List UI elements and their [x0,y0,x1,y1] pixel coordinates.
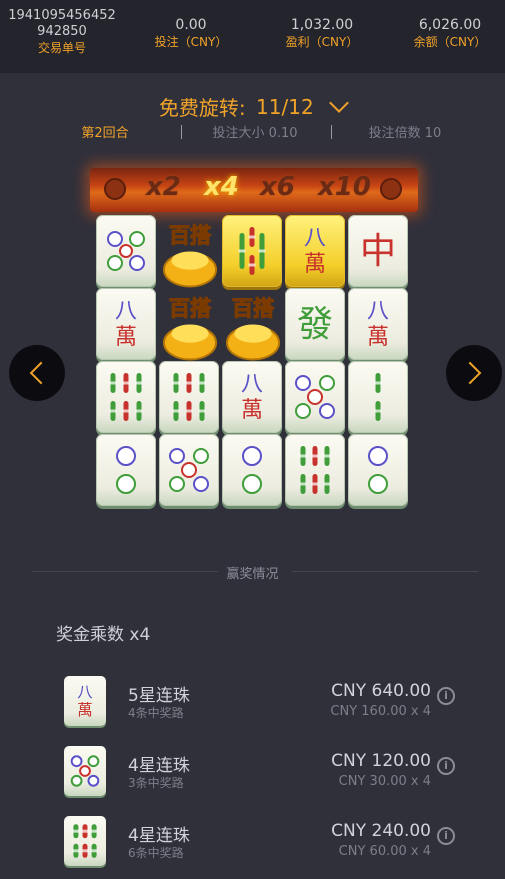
four-bamboo-tile-icon [96,361,156,433]
balance-value: 6,026.00 [418,17,482,33]
two-circles-tile-icon [222,434,282,506]
chevron-right-icon [458,361,482,385]
svg-text:萬: 萬 [115,325,137,350]
winnings-title: 赢奖情况 [226,567,279,582]
win-calc: CNY 160.00 x 4 [330,704,431,719]
svg-text:萬: 萬 [241,398,263,423]
multiplier-x10: x10 [318,172,371,202]
next-button[interactable] [446,345,502,401]
symbol-four-bamboo-icon [64,816,106,866]
transaction-id-block: 1941095456452 942850 交易单号 [4,8,120,56]
win-calc: CNY 30.00 x 4 [338,774,431,789]
win-name: 5星连珠 [128,686,190,706]
symbol-eight-wan-icon: 八萬 [64,676,106,726]
win-calc: CNY 60.00 x 4 [338,844,431,859]
info-icon[interactable]: i [437,827,455,845]
red-dragon-tile-icon: 中 [348,215,408,287]
svg-text:百搭: 百搭 [169,295,212,320]
bet-size-label: 投注大小 0.10 [212,126,298,141]
win-ways: 6条中奖路 [128,846,184,860]
win-row: 八萬 5星连珠 4条中奖路 CNY 640.00 CNY 160.00 x 4 … [0,676,505,732]
five-circles-tile-icon [159,434,219,506]
svg-text:八: 八 [304,226,326,251]
two-circles-tile-icon [348,434,408,506]
win-multiplier-text: 奖金乘数 x4 [56,625,151,645]
profit-label: 盈利（CNY） [285,35,359,49]
game-board: 百搭八萬中八萬 百搭 百搭發八萬八萬 [96,215,414,515]
wild-symbol-icon: 百搭 [159,215,221,291]
eight-wan-tile-icon: 八萬 [222,361,282,433]
free-spins-label: 免费旋转: [158,96,246,120]
transaction-id-line2: 942850 [37,24,87,39]
symbol-five-circles-icon [64,746,106,796]
win-amount: CNY 120.00 [331,751,431,771]
win-ways: 3条中奖路 [128,776,184,790]
balance-block: 6,026.00 余额（CNY） [400,16,500,50]
divider [331,125,332,139]
two-circles-tile-icon [96,434,156,506]
ornament-icon [104,178,126,200]
green-dragon-tile-icon: 發 [285,288,345,360]
ornament-icon [380,178,402,200]
wild-symbol-icon: 百搭 [222,288,284,364]
round-label: 第2回合 [81,126,129,141]
chevron-left-icon [29,361,53,385]
transaction-id-line1: 1941095456452 [8,8,116,23]
svg-text:百搭: 百搭 [232,295,275,320]
four-circles-tile-icon [96,215,156,287]
eight-wan-tile-icon: 八萬 [96,288,156,360]
two-bamboo-tile-icon [348,361,408,433]
free-spins-count: 11/12 [256,94,314,119]
svg-text:八: 八 [241,372,263,397]
svg-text:發: 發 [297,304,333,345]
multiplier-x2: x2 [146,172,181,202]
eight-wan-tile-icon: 八萬 [285,215,345,287]
win-row: 4星连珠 3条中奖路 CNY 120.00 CNY 30.00 x 4 i [0,746,505,802]
round-info: 第2回合 投注大小 0.10 投注倍数 10 [0,122,505,142]
svg-text:中: 中 [360,231,396,272]
win-amount: CNY 640.00 [331,681,431,701]
balance-label: 余额（CNY） [413,35,487,49]
svg-text:萬: 萬 [77,701,92,719]
transaction-label: 交易单号 [37,41,86,55]
divider [181,125,182,139]
multiplier-bar: x2 x4 x6 x10 [90,168,418,212]
profit-value: 1,032.00 [290,17,354,33]
info-icon[interactable]: i [437,687,455,705]
svg-text:八: 八 [367,299,389,324]
bet-label: 投注（CNY） [154,35,228,49]
eight-wan-tile-icon: 八萬 [348,288,408,360]
summary-header: 1941095456452 942850 交易单号 0.00 投注（CNY） 1… [0,0,505,73]
info-icon[interactable]: i [437,757,455,775]
three-bamboo-tile-icon [222,215,282,287]
win-name: 4星连珠 [128,756,190,776]
svg-text:八: 八 [77,683,92,701]
chevron-down-icon[interactable] [329,92,349,113]
free-spins-selector[interactable]: 免费旋转: 11/12 [0,92,505,121]
multiplier-x4: x4 [204,172,239,202]
bet-block: 0.00 投注（CNY） [146,16,236,50]
prev-button[interactable] [9,345,65,401]
svg-text:萬: 萬 [304,252,326,277]
four-bamboo-tile-icon [159,361,219,433]
svg-text:萬: 萬 [367,325,389,350]
bet-multiplier-label: 投注倍数 10 [368,126,442,141]
five-circles-tile-icon [285,361,345,433]
win-row: 4星连珠 6条中奖路 CNY 240.00 CNY 60.00 x 4 i [0,816,505,872]
profit-block: 1,032.00 盈利（CNY） [272,16,372,50]
win-name: 4星连珠 [128,826,190,846]
wild-symbol-icon: 百搭 [159,288,221,364]
win-amount: CNY 240.00 [331,821,431,841]
svg-text:百搭: 百搭 [169,222,212,247]
svg-text:八: 八 [115,299,137,324]
multiplier-x6: x6 [260,172,295,202]
divider-line [292,571,478,572]
win-ways: 4条中奖路 [128,706,184,720]
bet-value: 0.00 [175,17,207,33]
five-bamboo-tile-icon [285,434,345,506]
